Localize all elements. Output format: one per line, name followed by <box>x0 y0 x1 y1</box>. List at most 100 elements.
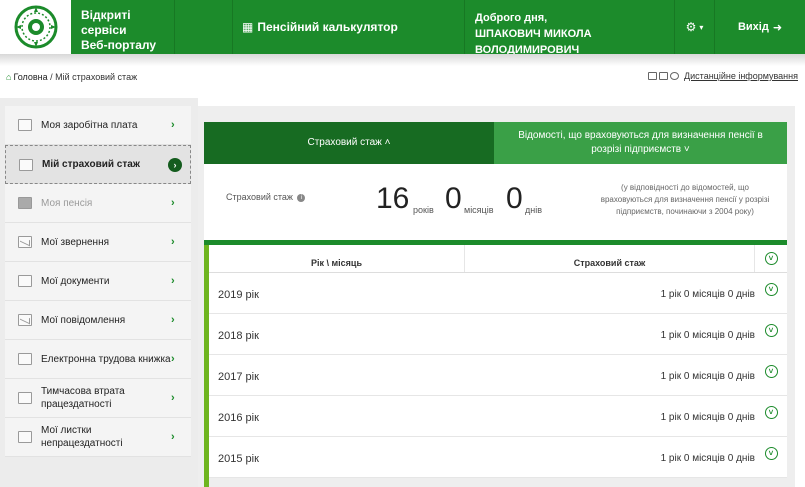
row-value: 1 рік 0 місяців 0 днів <box>660 412 755 423</box>
column-header-experience: Страховий стаж <box>465 245 755 272</box>
breadcrumb: ⌂ Головна / Мій страховий стаж <box>6 72 137 82</box>
sidebar-item-label: Мої документи <box>41 275 110 287</box>
sidebar-item-label: Мій страховий стаж <box>42 159 140 170</box>
chevron-down-icon: ˅ <box>764 406 778 419</box>
sidebar-item-label: Моя заробітна плата <box>41 119 138 131</box>
envelope-icon <box>18 314 32 326</box>
remote-informing[interactable]: Дистанційне інформування <box>648 71 798 81</box>
chevron-right-icon: › <box>171 275 175 287</box>
months-value: 0 <box>445 182 462 215</box>
chevron-right-icon: › <box>171 392 175 404</box>
envelope-icon <box>18 236 32 248</box>
tabs: Страховий стаж ˄ Відомості, що враховуют… <box>204 122 787 164</box>
header-shadow <box>0 54 805 66</box>
logo[interactable] <box>0 0 72 54</box>
expand-all-toggle[interactable]: ˅ <box>755 245 787 272</box>
pension-calculator-link[interactable]: ▦ Пенсійний калькулятор <box>233 0 465 54</box>
chevron-right-circle-icon: › <box>168 157 182 172</box>
summary-note: (у відповідності до відомостей, що врахо… <box>600 183 770 216</box>
greeting-text: Доброго дня, <box>475 12 548 24</box>
chevron-right-icon: › <box>171 353 175 365</box>
row-expand-toggle[interactable]: ˅ <box>755 437 787 477</box>
table-header: Рік \ місяць Страховий стаж ˅ <box>209 245 787 273</box>
row-expand-toggle[interactable]: ˅ <box>755 355 787 395</box>
remote-informing-label: Дистанційне інформування <box>684 71 798 81</box>
experience-table: Рік \ місяць Страховий стаж ˅ 2019 рік 1… <box>209 245 787 478</box>
logout-button[interactable]: Вихід ➜ <box>715 0 805 54</box>
envelope-icon <box>659 72 669 80</box>
sidebar-item-pension[interactable]: Моя пенсія › <box>5 184 191 223</box>
chevron-right-icon: › <box>171 197 175 209</box>
tab-enterprise-info[interactable]: Відомості, що враховуються для визначенн… <box>494 122 787 164</box>
row-year: 2018 рік <box>218 330 259 342</box>
breadcrumb-home-link[interactable]: Головна <box>13 72 47 82</box>
chevron-right-icon: › <box>171 119 175 131</box>
row-year: 2015 рік <box>218 453 259 465</box>
sidebar-item-insurance-experience[interactable]: Мій страховий стаж › <box>5 145 191 184</box>
header-spacer <box>175 0 233 54</box>
sidebar-item-label: Мої листки непрацездатності <box>41 425 123 449</box>
calculator-icon: ▦ <box>242 20 254 34</box>
folder-icon <box>18 197 32 209</box>
years-unit: років <box>413 205 434 215</box>
user-greeting: Доброго дня, ШПАКОВИЧ МИКОЛА ВОЛОДИМИРОВ… <box>465 0 675 56</box>
row-year: 2019 рік <box>218 289 259 301</box>
sidebar-item-employment-book[interactable]: Електронна трудова книжка › <box>5 340 191 379</box>
row-value: 1 рік 0 місяців 0 днів <box>660 330 755 341</box>
book-icon <box>18 392 32 404</box>
brand-line-1: Відкриті сервіси <box>81 8 131 37</box>
chevron-down-icon: ˅ <box>764 252 778 265</box>
column-header-year: Рік \ місяць <box>209 245 465 272</box>
calendar-icon <box>19 158 33 171</box>
row-value: 1 рік 0 місяців 0 днів <box>660 289 755 300</box>
breadcrumb-separator: / <box>47 72 56 82</box>
years-value: 16 <box>376 182 410 215</box>
row-value: 1 рік 0 місяців 0 днів <box>660 453 755 464</box>
brand-title[interactable]: Відкриті сервіси Веб-порталу <box>72 0 175 54</box>
sidebar-item-temporary-disability[interactable]: Тимчасова втрата працездатності › <box>5 379 191 418</box>
row-expand-toggle[interactable]: ˅ <box>755 314 787 354</box>
chevron-right-icon: › <box>171 431 175 443</box>
pension-calculator-label: Пенсійний калькулятор <box>257 20 398 34</box>
monitor-icon <box>648 72 658 80</box>
top-header: Відкриті сервіси Веб-порталу ▦ Пенсійний… <box>0 0 805 56</box>
home-icon: ⌂ <box>6 72 12 82</box>
days-unit: днів <box>525 205 543 215</box>
sidebar-item-salary[interactable]: Моя заробітна плата › <box>5 106 191 145</box>
table-row: 2017 рік 1 рік 0 місяців 0 днів ˅ <box>209 355 787 396</box>
row-expand-toggle[interactable]: ˅ <box>755 273 787 313</box>
wallet-icon <box>18 119 32 131</box>
sidebar-item-label: Мої повідомлення <box>41 314 126 326</box>
sidebar-item-documents[interactable]: Мої документи › <box>5 262 191 301</box>
sidebar-item-label: Електронна трудова книжка <box>41 353 171 365</box>
table-row: 2015 рік 1 рік 0 місяців 0 днів ˅ <box>209 437 787 478</box>
chevron-down-icon: ˅ <box>764 283 778 296</box>
row-expand-toggle[interactable]: ˅ <box>755 396 787 436</box>
brand-line-2: Веб-порталу <box>81 38 157 52</box>
summary-label: Страховий стаж i <box>226 192 306 202</box>
settings-menu-button[interactable]: ⚙ ▾ <box>675 0 715 54</box>
sidebar-item-messages[interactable]: Мої повідомлення › <box>5 301 191 340</box>
chevron-down-icon: ˅ <box>764 447 778 460</box>
book-icon <box>18 431 32 443</box>
settings-caret-icon: ▾ <box>699 22 704 32</box>
info-icon[interactable]: i <box>297 194 306 202</box>
document-icon <box>18 275 32 287</box>
table-row: 2019 рік 1 рік 0 місяців 0 днів ˅ <box>209 273 787 314</box>
sidebar-item-label: Моя пенсія <box>41 197 93 209</box>
emblem-icon <box>14 5 57 49</box>
sidebar-item-label: Тимчасова втрата працездатності <box>41 386 125 410</box>
days-value: 0 <box>506 182 523 215</box>
book-icon <box>18 353 32 365</box>
sidebar-item-appeals[interactable]: Мої звернення › <box>5 223 191 262</box>
logout-label: Вихід <box>737 21 769 33</box>
chevron-down-icon: ˅ <box>764 365 778 378</box>
sidebar-item-sick-leaves[interactable]: Мої листки непрацездатності › <box>5 418 191 457</box>
row-value: 1 рік 0 місяців 0 днів <box>660 371 755 382</box>
experience-summary: Страховий стаж i 16 років 0 місяців 0 дн… <box>204 164 787 240</box>
chevron-down-icon: ˅ <box>764 324 778 337</box>
breadcrumb-current: Мій страховий стаж <box>55 72 138 82</box>
row-year: 2016 рік <box>218 412 259 424</box>
tab-insurance-experience[interactable]: Страховий стаж ˄ <box>204 122 494 164</box>
months-unit: місяців <box>464 205 494 215</box>
